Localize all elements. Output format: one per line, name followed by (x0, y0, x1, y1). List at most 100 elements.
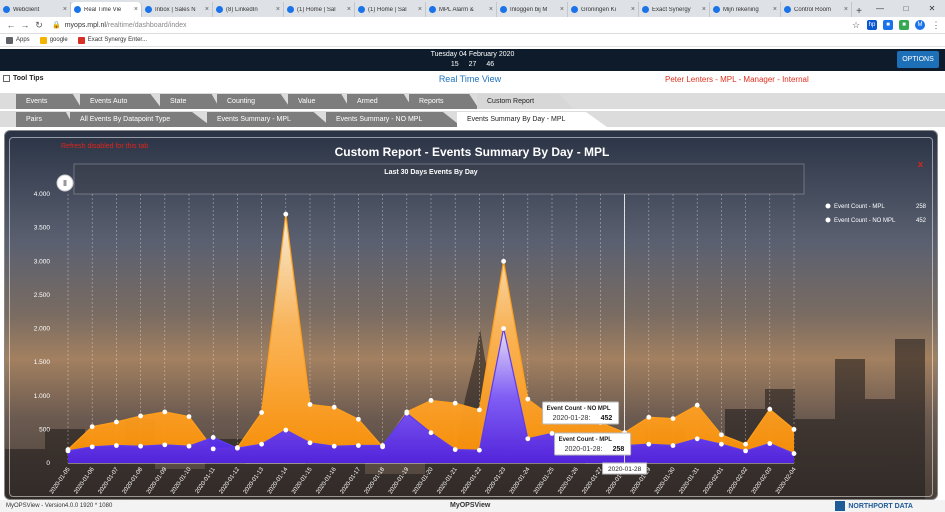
data-point (549, 431, 555, 436)
tab-reports[interactable]: Reports (409, 94, 479, 109)
data-point (283, 427, 289, 433)
back-icon[interactable]: ← (4, 20, 18, 30)
data-point (477, 407, 482, 413)
x-tick-label: 2020-02-01 (703, 466, 726, 495)
data-point (162, 409, 168, 415)
tab-close-icon[interactable]: × (205, 6, 209, 13)
browser-tab[interactable]: MPL Alarm & × (426, 2, 497, 17)
browser-tab[interactable]: Mijn rekening × (710, 2, 781, 17)
browser-tab[interactable]: Inbox | Sales N × (142, 2, 213, 17)
close-window-icon[interactable]: ✕ (919, 4, 945, 13)
tab-counting[interactable]: Counting (217, 94, 291, 109)
data-point (259, 410, 264, 415)
tab-close-icon[interactable]: × (631, 6, 635, 13)
data-point (259, 441, 264, 447)
browser-tab[interactable]: Webclient × (0, 2, 71, 17)
new-tab-button[interactable]: + (852, 6, 866, 17)
bookmark-apps[interactable]: Apps (6, 36, 30, 44)
tab-close-icon[interactable]: × (773, 6, 777, 13)
tab-close-icon[interactable]: × (489, 6, 493, 13)
extension-tag-icon[interactable]: ■ (883, 20, 893, 30)
app-header: Tuesday 04 February 2020 15 27 46 OPTION… (0, 49, 945, 71)
tab-pairs[interactable]: Pairs (16, 112, 74, 127)
tab-state[interactable]: State (160, 94, 220, 109)
tab-value[interactable]: Value (288, 94, 350, 109)
x-tick-label: 2020-01-30 (654, 466, 677, 495)
x-tick-label: 2020-02-04 (775, 466, 798, 495)
extension-hp-icon[interactable]: hp (867, 20, 877, 30)
tab-events-summary-by-day-mpl[interactable]: Events Summary By Day - MPL (457, 112, 607, 127)
tab-close-icon[interactable]: × (276, 6, 280, 13)
footer-brand: NORTHPORT DATA (835, 501, 913, 511)
tooltip-value: 452 (601, 415, 613, 422)
tab-events-summary-no-mpl[interactable]: Events Summary - NO MPL (326, 112, 462, 127)
y-tick-label: 2.000 (34, 326, 51, 333)
data-point (767, 441, 773, 446)
tab-events-summary-mpl[interactable]: Events Summary - MPL (207, 112, 331, 127)
data-point (501, 258, 506, 264)
browser-tab[interactable]: (8) LinkedIn × (213, 2, 284, 17)
data-point (331, 443, 337, 449)
tab-all-events-by-datapoint-type[interactable]: All Events By Datapoint Type (70, 112, 212, 127)
tab-favicon-icon (571, 6, 578, 13)
data-point (114, 443, 119, 448)
x-tick-label: 2020-01-26 (557, 466, 580, 495)
browser-tab[interactable]: Control Room × (781, 2, 852, 17)
browser-tab[interactable]: Exact Synergy × (639, 2, 710, 17)
tab-close-icon[interactable]: × (347, 6, 351, 13)
tab-close-icon[interactable]: × (702, 6, 706, 13)
browser-tab[interactable]: (1) Home | Sal × (284, 2, 355, 17)
tab-close-icon[interactable]: × (560, 6, 564, 13)
bookmark-google[interactable]: google (39, 36, 68, 44)
browser-tab-label: Webclient (13, 6, 40, 13)
crosshair-label: 2020-01-28 (608, 466, 642, 473)
tab-close-icon[interactable]: × (63, 6, 67, 13)
menu-icon[interactable]: ⋮ (931, 20, 941, 30)
browser-tab[interactable]: (1) Home | Sal × (355, 2, 426, 17)
x-tick-label: 2020-01-10 (170, 466, 193, 495)
forward-icon[interactable]: → (18, 20, 32, 30)
tab-events-auto[interactable]: Events Auto (80, 94, 162, 109)
custom-report-tabs-row: Pairs All Events By Datapoint Type Events … (0, 111, 945, 127)
minimize-icon[interactable]: — (867, 4, 893, 13)
x-tick-label: 2020-01-17 (340, 466, 363, 495)
browser-tab[interactable]: Real Time Vie × (71, 2, 142, 17)
reload-icon[interactable]: ↻ (32, 20, 46, 31)
data-point (138, 443, 144, 449)
tab-favicon-icon (500, 6, 507, 13)
tooltips-toggle[interactable]: Tool Tips (3, 75, 43, 82)
x-tick-label: 2020-02-03 (751, 466, 774, 495)
data-point (670, 443, 676, 448)
tab-favicon-icon (145, 6, 152, 13)
tab-close-icon[interactable]: × (134, 6, 138, 13)
browser-tab-label: Groningen Ki (581, 6, 617, 13)
browser-tab-label: Control Room (794, 6, 832, 13)
tab-custom-report[interactable]: Custom Report (477, 94, 573, 109)
x-tick-label: 2020-01-19 (388, 466, 411, 495)
data-point (356, 416, 361, 422)
tab-close-icon[interactable]: × (418, 6, 422, 13)
extension-grid-icon[interactable]: ■ (899, 20, 909, 30)
data-point (331, 404, 337, 410)
data-point (767, 406, 773, 412)
data-point (719, 432, 724, 438)
url-field[interactable]: 🔒 myops.mpl.nl/realtime/dashboard/index (52, 21, 851, 30)
tab-events[interactable]: Events (16, 94, 82, 109)
x-tick-label: 2020-01-07 (98, 466, 121, 495)
apps-grid-icon (6, 36, 13, 44)
tab-close-icon[interactable]: × (844, 6, 848, 13)
exact-icon (77, 36, 85, 44)
maximize-icon[interactable]: □ (893, 4, 919, 13)
bookmark-exact[interactable]: Exact Synergy Enter... (77, 36, 147, 44)
options-button[interactable]: OPTIONS (897, 51, 939, 68)
report-tabs-row: Events Events Auto State Counting Value Armed… (0, 93, 945, 109)
tooltips-checkbox[interactable] (3, 75, 10, 82)
star-icon[interactable]: ☆ (851, 20, 861, 30)
browser-tab[interactable]: Inloggen bij M × (497, 2, 568, 17)
sub-header: Tool Tips Real Time View Peter Lenters -… (0, 71, 945, 88)
profile-avatar[interactable]: M (915, 20, 925, 30)
tab-armed[interactable]: Armed (347, 94, 413, 109)
browser-tab[interactable]: Groningen Ki × (568, 2, 639, 17)
extension-icons: ☆ hp ■ ■ M ⋮ (851, 20, 941, 30)
legend-total: 258 (916, 204, 927, 210)
